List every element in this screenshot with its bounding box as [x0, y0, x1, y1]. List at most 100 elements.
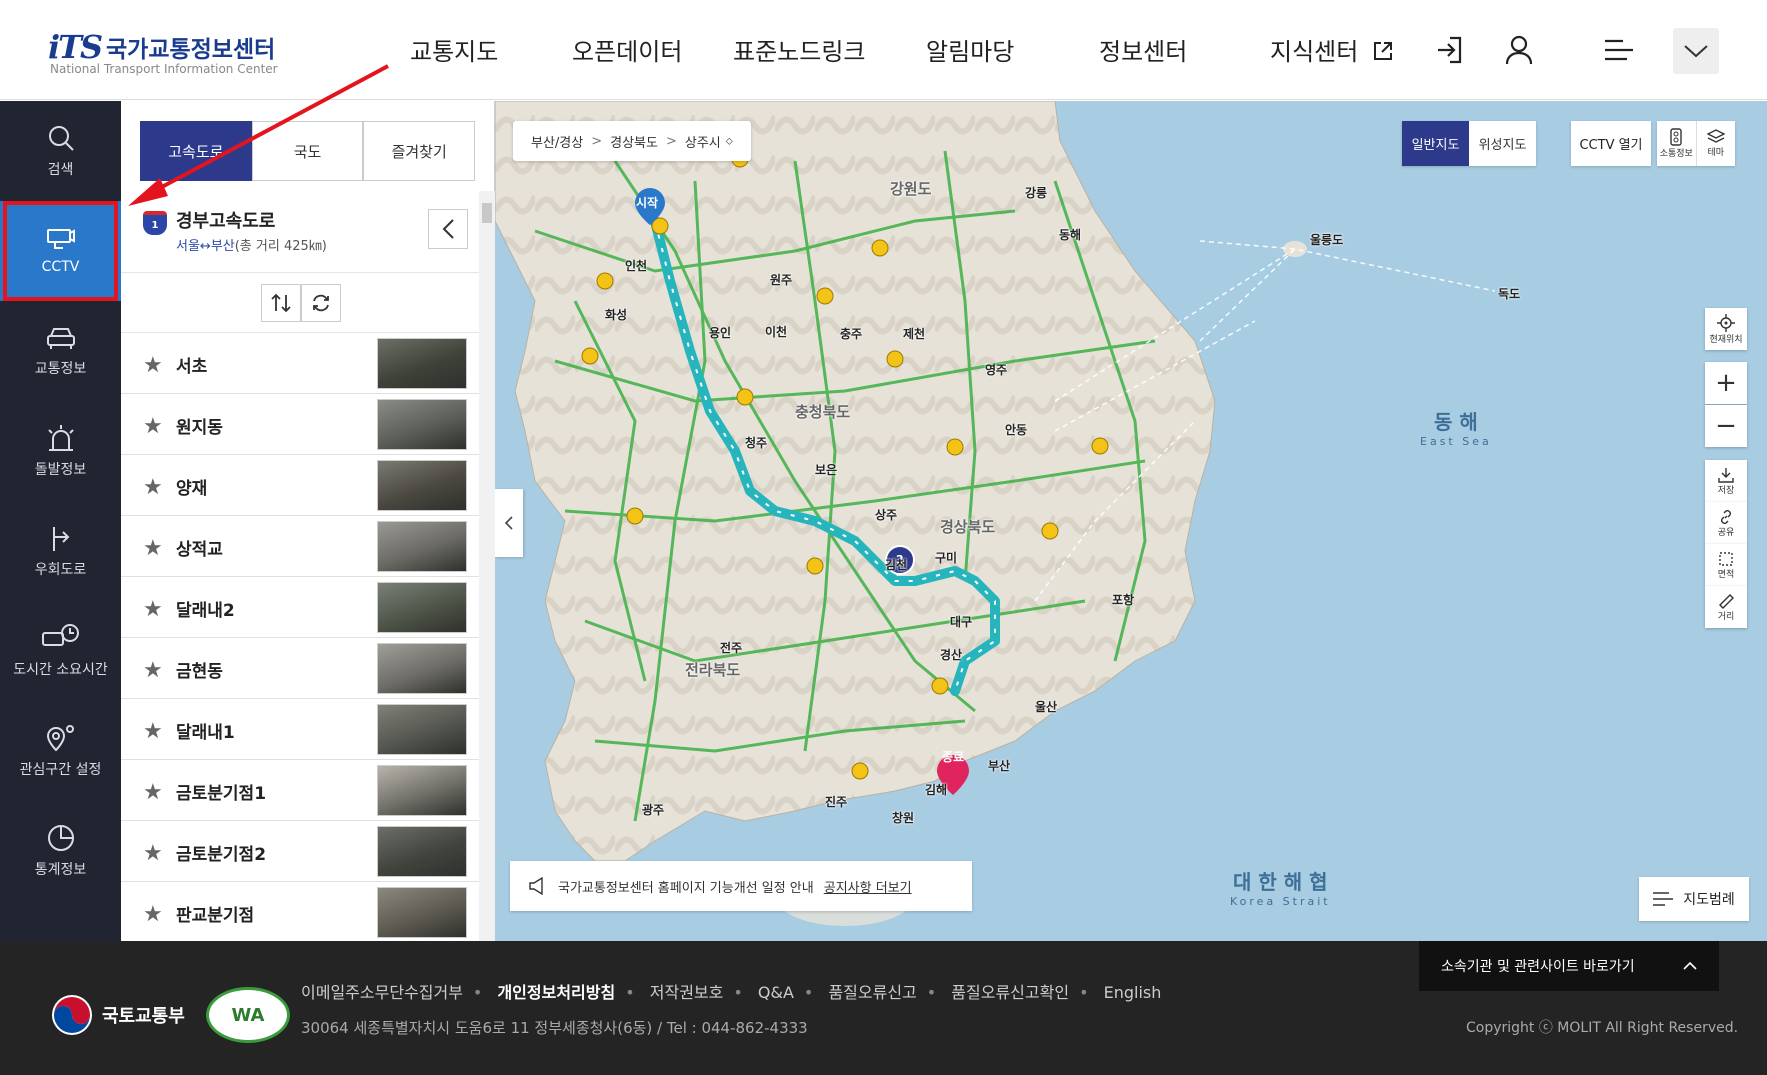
cctv-list-item[interactable]: ★ 달래내2 — [121, 577, 479, 638]
refresh-button[interactable] — [301, 284, 341, 322]
start-marker[interactable]: 시작 — [636, 194, 658, 211]
cctv-list-item[interactable]: ★ 금토분기점1 — [121, 760, 479, 821]
nav-travel-time[interactable]: 도시간 소요시간 — [0, 601, 121, 701]
nav-statistics[interactable]: 통계정보 — [0, 801, 121, 901]
tab-favorites[interactable]: 즐겨찾기 — [363, 121, 476, 181]
my-page-button[interactable] — [1499, 30, 1539, 70]
panel-collapse-button[interactable] — [495, 489, 523, 557]
cctv-thumbnail[interactable] — [377, 826, 467, 877]
cctv-name[interactable]: 금현동 — [176, 657, 223, 682]
notice-more-link[interactable]: 공지사항 더보기 — [824, 877, 912, 896]
favorite-star-icon[interactable]: ★ — [143, 902, 163, 927]
cctv-name[interactable]: 달래내1 — [176, 718, 235, 743]
end-marker[interactable]: 종료 — [942, 748, 964, 765]
cctv-thumbnail[interactable] — [377, 460, 467, 511]
area-measure-button[interactable]: 면적 — [1705, 544, 1747, 586]
location-breadcrumb[interactable]: 부산/경상 > 경상북도 > 상주시 ⬦ — [513, 121, 751, 161]
cctv-list-item[interactable]: ★ 양재 — [121, 455, 479, 516]
scrollbar-thumb[interactable] — [482, 203, 492, 223]
footer-link-email-refusal[interactable]: 이메일주소무단수집거부 — [301, 983, 463, 1002]
cctv-thumbnail[interactable] — [377, 704, 467, 755]
cctv-list-item[interactable]: ★ 달래내1 — [121, 699, 479, 760]
cctv-thumbnail[interactable] — [377, 521, 467, 572]
cctv-name[interactable]: 상적교 — [176, 535, 223, 560]
cctv-thumbnail[interactable] — [377, 582, 467, 633]
favorite-star-icon[interactable]: ★ — [143, 658, 163, 683]
footer-link-error-report[interactable]: 품질오류신고 — [828, 983, 916, 1002]
footer-link-copyright[interactable]: 저작권보호 — [650, 983, 724, 1002]
favorite-star-icon[interactable]: ★ — [143, 780, 163, 805]
cctv-list-item[interactable]: ★ 상적교 — [121, 516, 479, 577]
cctv-list-item[interactable]: ★ 서초 — [121, 333, 479, 394]
tab-expressway[interactable]: 고속도로 — [140, 121, 252, 181]
zoom-in-button[interactable]: + — [1705, 362, 1747, 404]
place-label: 포항 — [1112, 593, 1135, 607]
cctv-thumbnail[interactable] — [377, 765, 467, 816]
header-expand-button[interactable] — [1673, 28, 1719, 74]
favorite-star-icon[interactable]: ★ — [143, 597, 163, 622]
footer-link-error-check[interactable]: 품질오류신고확인 — [951, 983, 1069, 1002]
nav-cctv[interactable]: CCTV — [0, 201, 121, 301]
theme-button[interactable]: 테마 — [1697, 121, 1736, 166]
nav-detour[interactable]: 우회도로 — [0, 501, 121, 601]
cctv-list-item[interactable]: ★ 원지동 — [121, 394, 479, 455]
related-sites-button[interactable]: 소속기관 및 관련사이트 바로가기 — [1419, 941, 1719, 991]
cctv-thumbnail[interactable] — [377, 338, 467, 389]
cctv-name[interactable]: 원지동 — [176, 413, 223, 438]
nav-incident-info[interactable]: 돌발정보 — [0, 401, 121, 501]
map-legend-button[interactable]: 지도범례 — [1639, 877, 1749, 921]
footer-link-english[interactable]: English — [1104, 983, 1162, 1002]
gnb-knowledge-center[interactable]: 지식센터 — [1270, 32, 1394, 67]
route-back-button[interactable] — [428, 209, 468, 249]
zoom-out-button[interactable]: − — [1705, 405, 1747, 447]
favorite-star-icon[interactable]: ★ — [143, 414, 163, 439]
tab-national-road[interactable]: 국도 — [251, 121, 364, 181]
reverse-direction-button[interactable] — [261, 284, 301, 322]
breadcrumb-region[interactable]: 부산/경상 — [531, 132, 583, 151]
cctv-list-item[interactable]: ★ 판교분기점 — [121, 882, 479, 943]
nav-traffic-info[interactable]: 교통정보 — [0, 301, 121, 401]
favorite-star-icon[interactable]: ★ — [143, 475, 163, 500]
cctv-name[interactable]: 서초 — [176, 352, 207, 377]
site-logo[interactable]: iTS 국가교통정보센터 National Transport Informat… — [48, 26, 298, 81]
footer-link-privacy[interactable]: 개인정보처리방침 — [497, 983, 615, 1002]
favorite-star-icon[interactable]: ★ — [143, 353, 163, 378]
favorite-star-icon[interactable]: ★ — [143, 719, 163, 744]
normal-map-button[interactable]: 일반지도 — [1402, 121, 1469, 166]
gnb-notice[interactable]: 알림마당 — [926, 32, 1014, 67]
breadcrumb-city[interactable]: 상주시 — [685, 132, 721, 151]
panel-scrollbar[interactable] — [479, 191, 495, 941]
cctv-name[interactable]: 금토분기점2 — [176, 840, 266, 865]
save-map-button[interactable]: 저장 — [1705, 460, 1747, 502]
nav-search[interactable]: 검색 — [0, 101, 121, 201]
cctv-name[interactable]: 금토분기점1 — [176, 779, 266, 804]
traffic-flow-button[interactable]: 소통정보 — [1657, 121, 1697, 166]
nav-interest-section[interactable]: 관심구간 설정 — [0, 701, 121, 801]
cctv-name[interactable]: 달래내2 — [176, 596, 235, 621]
cctv-list-item[interactable]: ★ 금토분기점2 — [121, 821, 479, 882]
cctv-list-item[interactable]: ★ 금현동 — [121, 638, 479, 699]
gnb-info-center[interactable]: 정보센터 — [1099, 32, 1187, 67]
favorite-star-icon[interactable]: ★ — [143, 536, 163, 561]
cctv-open-button[interactable]: CCTV 열기 — [1571, 121, 1651, 166]
gnb-standard-node-link[interactable]: 표준노드링크 — [733, 32, 865, 67]
cctv-name[interactable]: 양재 — [176, 474, 207, 499]
footer-link-qna[interactable]: Q&A — [758, 983, 794, 1002]
sort-arrows-icon — [271, 293, 291, 313]
molit-logo[interactable]: 국토교통부 — [50, 993, 185, 1037]
traffic-map[interactable]: 시작 종료 2 인천 화성 용인 이천 청주 충청북도 보은 상주 김천 구미 … — [495, 101, 1767, 941]
login-button[interactable] — [1430, 30, 1470, 70]
all-menu-button[interactable] — [1599, 30, 1639, 70]
share-button[interactable]: 공유 — [1705, 502, 1747, 544]
satellite-map-button[interactable]: 위성지도 — [1469, 121, 1536, 166]
cctv-name[interactable]: 판교분기점 — [176, 901, 254, 926]
current-location-button[interactable]: 현재위치 — [1705, 308, 1747, 350]
favorite-star-icon[interactable]: ★ — [143, 841, 163, 866]
cctv-thumbnail[interactable] — [377, 887, 467, 938]
gnb-traffic-map[interactable]: 교통지도 — [410, 32, 498, 67]
breadcrumb-province[interactable]: 경상북도 — [610, 132, 658, 151]
cctv-thumbnail[interactable] — [377, 643, 467, 694]
distance-measure-button[interactable]: 거리 — [1705, 586, 1747, 628]
gnb-open-data[interactable]: 오픈데이터 — [572, 32, 682, 67]
cctv-thumbnail[interactable] — [377, 399, 467, 450]
